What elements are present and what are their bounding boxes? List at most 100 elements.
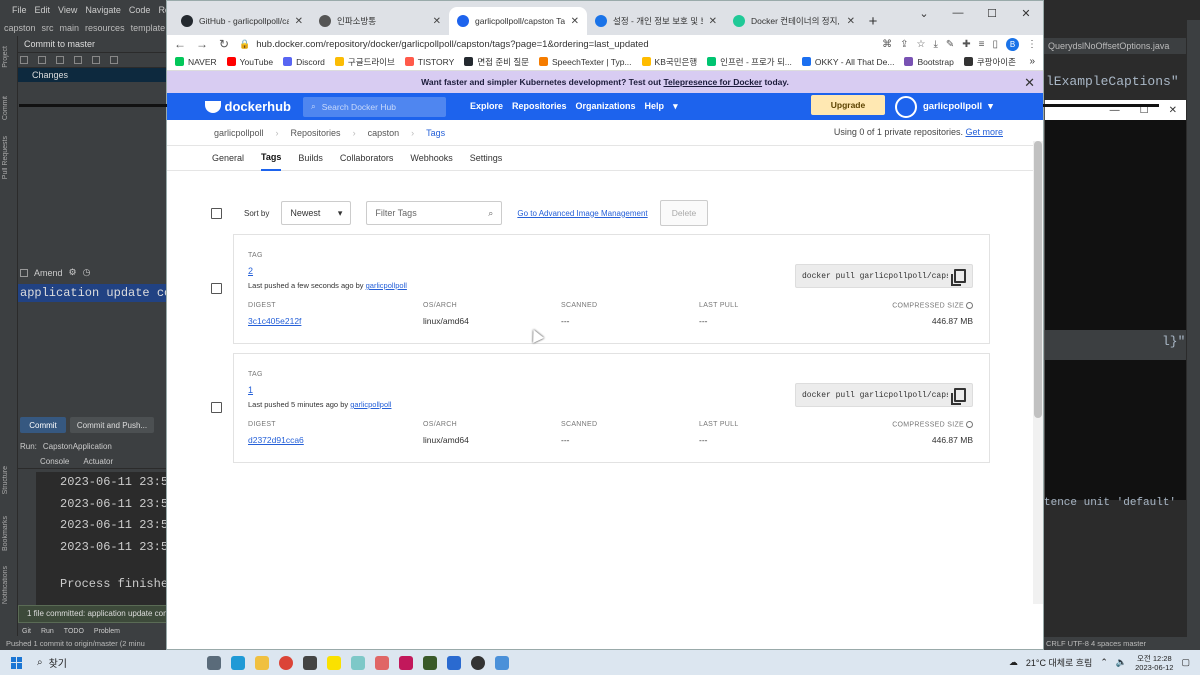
settings-icon[interactable] [303,655,317,670]
info-icon[interactable] [966,302,973,309]
close-icon[interactable]: ✕ [571,16,579,27]
editor-file-tab[interactable]: QuerydslNoOffsetOptions.java [1044,38,1186,54]
run-config-tab[interactable]: CapstonApplication [43,442,112,451]
extension-icon[interactable]: ✎ [946,39,954,50]
maximize-icon[interactable]: ☐ [975,1,1009,25]
bookmark[interactable]: 인프런 - 프로가 되... [707,56,792,68]
upgrade-button[interactable]: Upgrade [811,95,885,115]
stripe-bookmarks[interactable]: Bookmarks [2,516,9,551]
file-explorer-icon[interactable] [255,655,269,670]
intellij-icon[interactable] [399,655,413,670]
nav-help[interactable]: Help [645,101,665,112]
bookmark[interactable]: Bootstrap [904,57,954,67]
reload-icon[interactable]: ↻ [217,37,231,51]
new-tab-button[interactable]: + [863,7,883,35]
chrome-icon[interactable] [279,655,293,670]
actuator-tab[interactable]: Actuator [83,457,113,466]
app-icon[interactable] [447,655,461,670]
dockerhub-logo[interactable]: dockerhub [205,99,291,114]
bookmark[interactable]: 면접 준비 질문 [464,56,529,68]
chevron-up-icon[interactable]: ⌃ [1100,657,1108,668]
tab-general[interactable]: General [212,146,244,171]
browser-tab[interactable]: GitHub - garlicpollpoll/capstc ✕ [173,7,311,35]
commit-notification[interactable]: 1 file committed: application update com [18,605,167,623]
close-icon[interactable]: ✕ [1009,1,1043,25]
share-icon[interactable]: ⇪ [900,39,908,50]
bottom-tab-todo[interactable]: TODO [64,628,84,635]
monitor-icon[interactable] [495,655,509,670]
crumb[interactable]: template [131,23,166,33]
stripe-pull-requests[interactable]: Pull Requests [2,136,9,179]
clock-icon[interactable]: ◷ [83,267,91,278]
sidebar-icon[interactable]: ▯ [992,39,998,50]
pull-command-box[interactable]: docker pull garlicpollpoll/capst… [795,383,973,407]
chevron-down-icon[interactable]: ⌄ [907,1,941,25]
app-icon[interactable] [423,655,437,670]
digest-link[interactable]: 3c1c405e212f [248,316,301,326]
address-bar[interactable]: 🔒 hub.docker.com/repository/docker/garli… [239,36,874,52]
nav-organizations[interactable]: Organizations [576,101,636,112]
tab-builds[interactable]: Builds [298,146,323,171]
delete-button[interactable]: Delete [660,200,708,226]
info-icon[interactable] [966,421,973,428]
digest-link[interactable]: d2372d91cca6 [248,435,304,445]
expand-icon[interactable] [110,56,118,64]
close-icon[interactable]: ✕ [433,16,441,27]
search-input[interactable]: ⌕ Search Docker Hub [303,96,446,117]
lock-icon[interactable]: 🔒 [239,39,250,50]
download-icon[interactable]: ⤓ [933,39,937,50]
app-icon[interactable] [351,655,365,670]
speaker-icon[interactable]: 🔈 [1116,657,1127,668]
clock[interactable]: 오전 12:28 2023-06-12 [1135,654,1173,672]
puzzle-icon[interactable]: ✚ [962,39,970,50]
bookmark[interactable]: 쿠팡아이존 [963,56,1016,68]
refresh-icon[interactable] [20,56,28,64]
console-tab[interactable]: Console [40,457,69,466]
menu-view[interactable]: View [58,5,77,15]
menu-edit[interactable]: Edit [35,5,51,15]
close-icon[interactable]: ✕ [1169,105,1177,116]
close-icon[interactable]: ✕ [709,16,717,27]
bookmark[interactable]: YouTube [226,57,273,67]
bookmark[interactable]: NAVER [175,57,217,67]
close-icon[interactable]: ✕ [847,16,855,27]
back-arrow-icon[interactable]: ← [173,37,187,51]
amend-option[interactable]: Amend ⚙ ◷ [20,267,90,278]
commit-and-push-button[interactable]: Commit and Push... [70,417,154,433]
telepresence-link[interactable]: Telepresence for Docker [663,77,762,87]
browser-tab[interactable]: 인파소방통 ✕ [311,7,449,35]
copy-icon[interactable] [951,388,966,405]
star-icon[interactable]: ☆ [916,39,925,50]
crumb[interactable]: capston [4,23,36,33]
browser-tab-active[interactable]: garlicpollpoll/capston Tags | D ✕ [449,7,587,35]
translate-icon[interactable]: ⌘ [882,39,892,50]
browser-tab[interactable]: 설정 - 개인 정보 보호 및 보안 ✕ [587,7,725,35]
url-text[interactable]: hub.docker.com/repository/docker/garlicp… [256,39,648,50]
nav-repositories[interactable]: Repositories [512,101,567,112]
crumb[interactable]: src [42,23,54,33]
bookmark[interactable]: SpeechTexter | Typ... [538,57,632,67]
menu-navigate[interactable]: Navigate [85,5,121,15]
kakaotalk-icon[interactable] [327,655,341,670]
user-menu[interactable]: garlicpollpoll ▾ [895,93,993,120]
copy-icon[interactable] [951,269,966,286]
select-all-checkbox[interactable] [211,207,222,219]
commit-message-input[interactable]: application update co [18,284,167,302]
sort-select[interactable]: Newest ▾ [281,201,352,225]
nav-explore[interactable]: Explore [470,101,503,112]
gear-icon[interactable]: ⚙ [69,267,77,278]
download-icon[interactable] [56,56,64,64]
tab-collaborators[interactable]: Collaborators [340,146,394,171]
crumb[interactable]: resources [85,23,125,33]
filter-tags-input[interactable]: Filter Tags ⌕ [366,201,503,225]
windows-start-icon[interactable] [11,656,23,669]
changes-node[interactable]: Changes [0,68,167,82]
tag-row-checkbox[interactable] [211,283,222,294]
bookmark[interactable]: TISTORY [404,57,454,67]
stripe-structure[interactable]: Structure [2,466,9,494]
stripe-commit[interactable]: Commit [2,96,9,120]
menu-dots-icon[interactable]: ⋮ [1027,39,1037,50]
bookmark[interactable]: 구글드라이브 [334,56,395,68]
commit-button[interactable]: Commit [20,417,66,433]
reading-list-icon[interactable]: ≡ [979,39,985,50]
